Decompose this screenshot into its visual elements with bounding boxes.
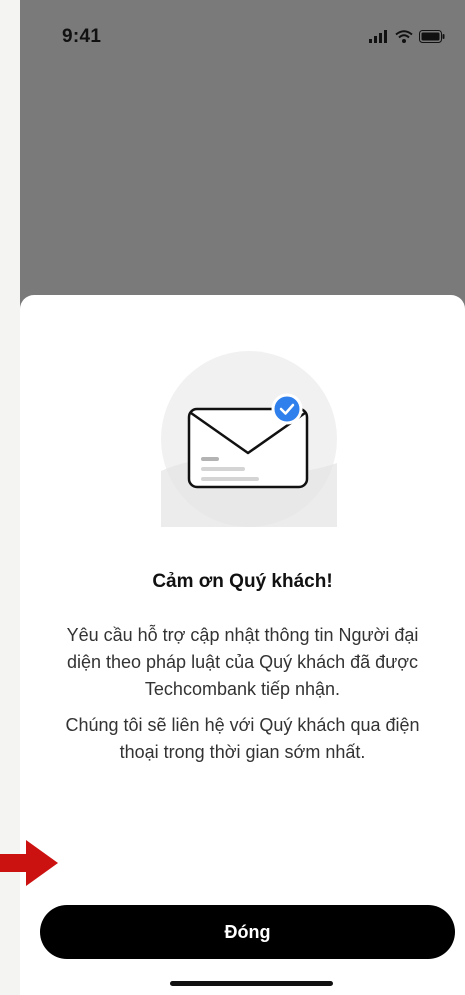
dialog-title: Cảm ơn Quý khách! (152, 571, 333, 592)
status-icons (369, 30, 445, 43)
dialog-followup-message: Chúng tôi sẽ liên hệ với Quý khách qua đ… (65, 715, 420, 762)
status-bar: 9:41 (20, 0, 465, 70)
close-button[interactable]: Đóng (40, 905, 455, 959)
battery-icon (419, 30, 445, 43)
home-indicator (170, 981, 333, 986)
phone-screen: 9:41 Cảm ơn Quý khách! Yêu cầu hỗ trợ cậ… (20, 0, 465, 995)
wifi-icon (395, 30, 413, 43)
envelope-with-check-icon (161, 351, 337, 527)
confirmation-sheet: Cảm ơn Quý khách! Yêu cầu hỗ trợ cập nhậ… (20, 295, 465, 995)
status-time: 9:41 (62, 26, 102, 47)
cellular-signal-icon (369, 30, 387, 43)
arrow-right-icon (0, 840, 58, 886)
dialog-message: Yêu cầu hỗ trợ cập nhật thông tin Người … (66, 625, 419, 699)
